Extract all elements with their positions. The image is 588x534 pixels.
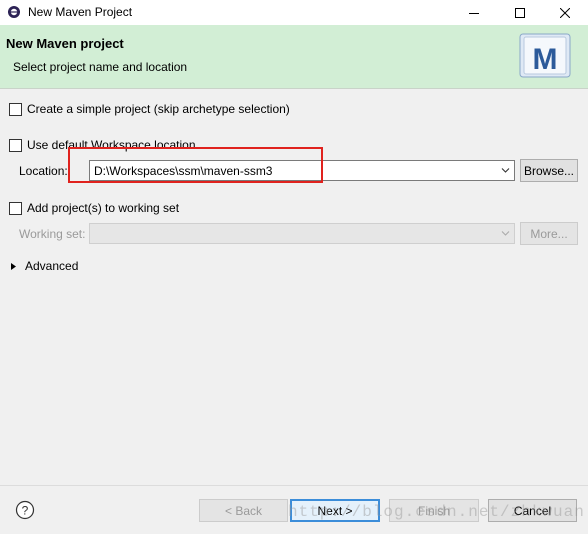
highlight-box [68, 147, 323, 183]
window-title: New Maven Project [28, 5, 133, 19]
minimize-button[interactable] [451, 0, 497, 25]
cancel-button[interactable]: Cancel [488, 499, 577, 522]
working-set-combo[interactable] [89, 223, 515, 244]
chevron-down-icon[interactable] [501, 166, 510, 175]
maximize-button[interactable] [497, 0, 543, 25]
advanced-label: Advanced [25, 259, 79, 273]
advanced-section[interactable]: Advanced [10, 259, 78, 273]
expand-arrow-icon[interactable] [10, 262, 18, 271]
minimize-icon [469, 12, 479, 14]
browse-button[interactable]: Browse... [520, 159, 578, 182]
wizard-header: New Maven project Select project name an… [0, 25, 588, 89]
working-set-toggle-label: Add project(s) to working set [27, 201, 180, 215]
simple-project-checkbox[interactable] [9, 102, 22, 116]
default-workspace-checkbox[interactable] [9, 138, 22, 152]
working-set-option[interactable]: Add project(s) to working set [9, 201, 179, 215]
chevron-down-icon[interactable] [501, 229, 510, 238]
wizard-subtitle: Select project name and location [13, 60, 188, 74]
more-button[interactable]: More... [520, 222, 578, 245]
working-set-label: Working set: [19, 227, 86, 241]
footer-separator [0, 485, 588, 486]
eclipse-app-icon [8, 6, 20, 18]
back-button[interactable]: < Back [199, 499, 288, 522]
maven-logo-icon: M [519, 33, 571, 78]
working-set-checkbox[interactable] [9, 201, 22, 215]
next-button[interactable]: Next > [290, 499, 380, 522]
close-button[interactable] [542, 0, 588, 25]
maximize-icon [515, 7, 525, 18]
close-icon [560, 7, 570, 18]
simple-project-option[interactable]: Create a simple project (skip archetype … [9, 102, 290, 116]
svg-text:?: ? [22, 504, 29, 518]
title-bar: New Maven Project [0, 0, 588, 25]
help-icon[interactable]: ? [15, 500, 35, 520]
wizard-title: New Maven project [6, 36, 124, 51]
finish-button[interactable]: Finish [389, 499, 479, 522]
location-label: Location: [19, 164, 68, 178]
maven-logo-letter: M [533, 43, 558, 76]
simple-project-label: Create a simple project (skip archetype … [27, 102, 290, 116]
